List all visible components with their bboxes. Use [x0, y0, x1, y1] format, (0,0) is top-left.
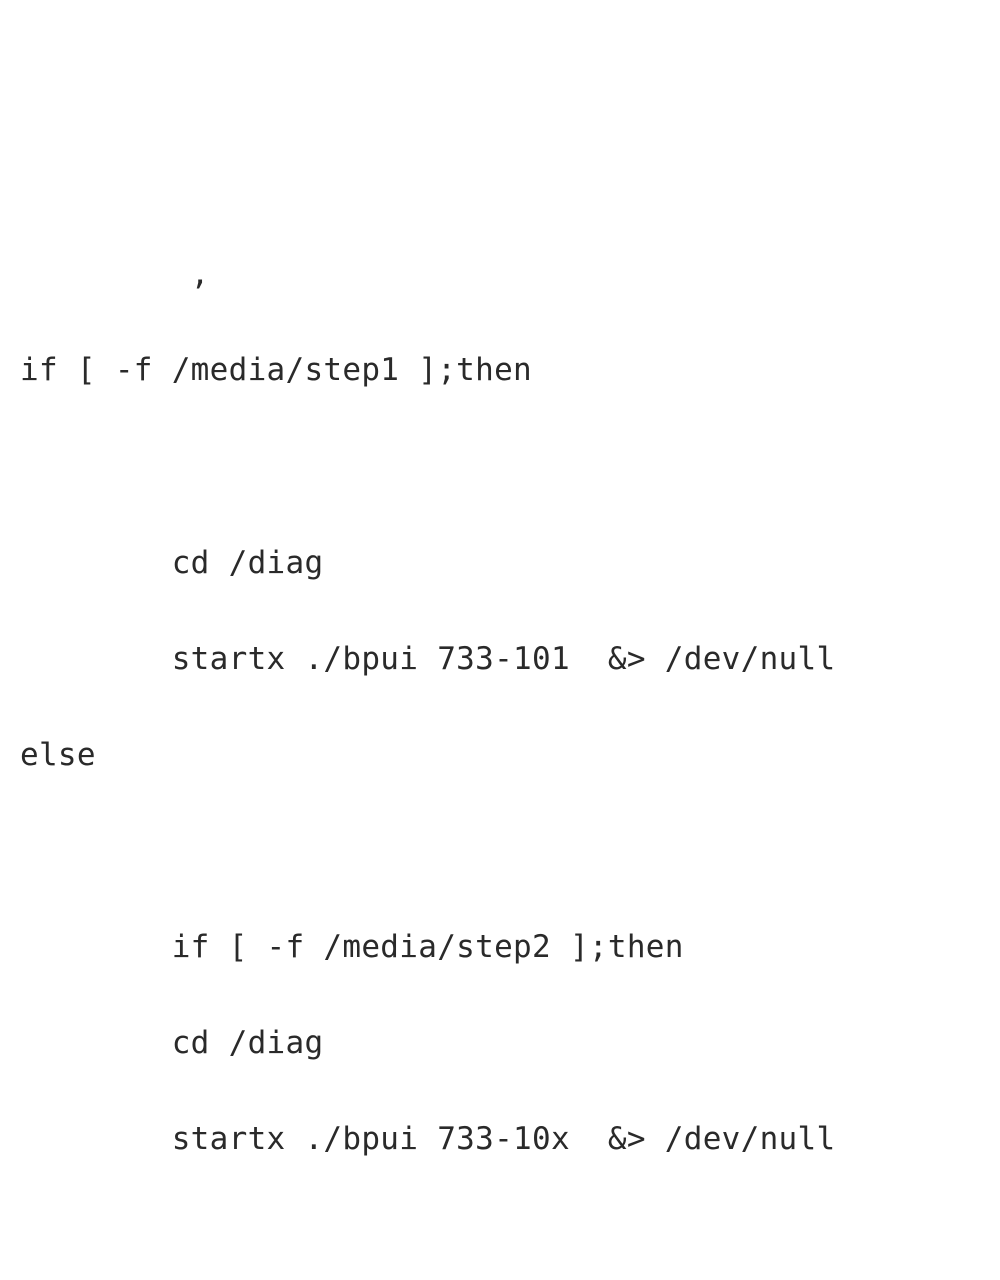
code-line: ,	[20, 250, 980, 298]
code-line: else	[20, 731, 980, 779]
code-line: startx ./bpui 733-10x &> /dev/null	[20, 1115, 980, 1163]
code-line: if [ -f /media/step2 ];then	[20, 923, 980, 971]
code-line	[20, 1211, 980, 1259]
code-line: cd /diag	[20, 1019, 980, 1067]
code-line	[20, 827, 980, 875]
code-line	[20, 442, 980, 490]
code-line: cd /diag	[20, 539, 980, 587]
code-line: if [ -f /media/step1 ];then	[20, 346, 980, 394]
shell-script-snippet: , if [ -f /media/step1 ];then cd /diag s…	[20, 202, 980, 1280]
code-line: startx ./bpui 733-101 &> /dev/null	[20, 635, 980, 683]
